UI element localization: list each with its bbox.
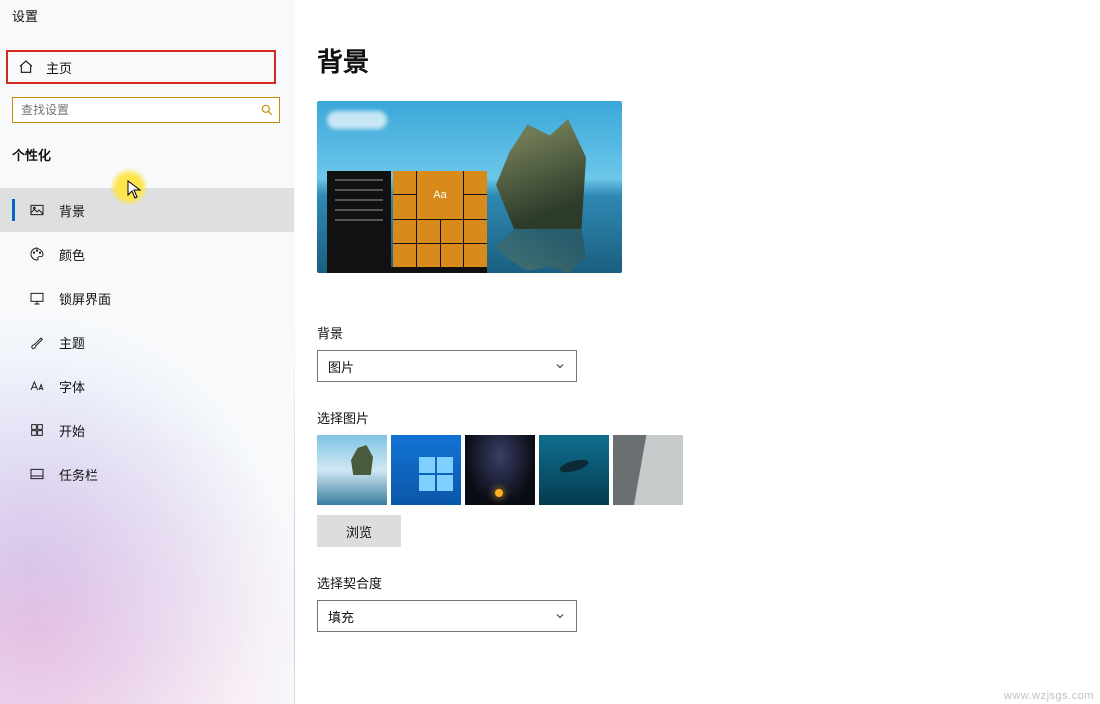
search-icon [255,103,279,117]
watermark-text: www.wzjsgs.com [1004,690,1094,702]
app-title: 设置 [12,6,38,25]
active-accent [12,199,15,221]
sidebar-item-start[interactable]: 开始 [0,408,294,452]
monitor-icon [29,290,45,306]
sidebar-item-label: 开始 [59,421,85,440]
sidebar-nav: 背景 颜色 锁屏界面 主题 字体 [0,188,294,496]
chevron-down-icon [554,360,566,372]
chevron-down-icon [554,610,566,622]
picture-thumb-3[interactable] [465,435,535,505]
sidebar-item-themes[interactable]: 主题 [0,320,294,364]
sidebar-item-fonts[interactable]: 字体 [0,364,294,408]
choose-picture-label: 选择图片 [317,408,1100,427]
picture-thumb-4[interactable] [539,435,609,505]
home-button[interactable]: 主页 [6,50,276,84]
main-content: 背景 Aa 背景 图片 选择图片 [295,0,1100,704]
sidebar-item-label: 字体 [59,377,85,396]
sidebar-item-taskbar[interactable]: 任务栏 [0,452,294,496]
font-icon [29,378,45,394]
sidebar-item-lockscreen[interactable]: 锁屏界面 [0,276,294,320]
settings-sidebar: 设置 主页 个性化 背景 颜色 [0,0,295,704]
sidebar-item-label: 任务栏 [59,465,98,484]
fit-select[interactable]: 填充 [317,600,577,632]
picture-thumb-1[interactable] [317,435,387,505]
sidebar-item-label: 锁屏界面 [59,289,111,308]
start-icon [29,422,45,438]
home-icon [18,59,34,75]
sidebar-item-label: 颜色 [59,245,85,264]
home-label: 主页 [46,58,72,77]
background-type-select[interactable]: 图片 [317,350,577,382]
image-icon [29,202,45,218]
preview-start-menu: Aa [327,171,487,267]
brush-icon [29,334,45,350]
background-select-label: 背景 [317,323,1100,342]
palette-icon [29,246,45,262]
select-value: 填充 [328,607,354,626]
sidebar-item-label: 背景 [59,201,85,220]
search-input-wrap[interactable] [12,97,280,123]
select-value: 图片 [328,357,354,376]
sidebar-item-colors[interactable]: 颜色 [0,232,294,276]
picture-thumb-2[interactable] [391,435,461,505]
search-input[interactable] [13,98,255,122]
browse-button[interactable]: 浏览 [317,515,401,547]
preview-sample-tile: Aa [417,171,464,219]
picture-thumb-5[interactable] [613,435,683,505]
sidebar-item-background[interactable]: 背景 [0,188,294,232]
sidebar-item-label: 主题 [59,333,85,352]
desktop-preview: Aa [317,101,622,273]
page-title: 背景 [317,42,1100,79]
taskbar-icon [29,466,45,482]
picture-thumbnails [317,435,1100,505]
fit-select-label: 选择契合度 [317,573,1100,592]
section-label-personalization: 个性化 [12,145,51,164]
